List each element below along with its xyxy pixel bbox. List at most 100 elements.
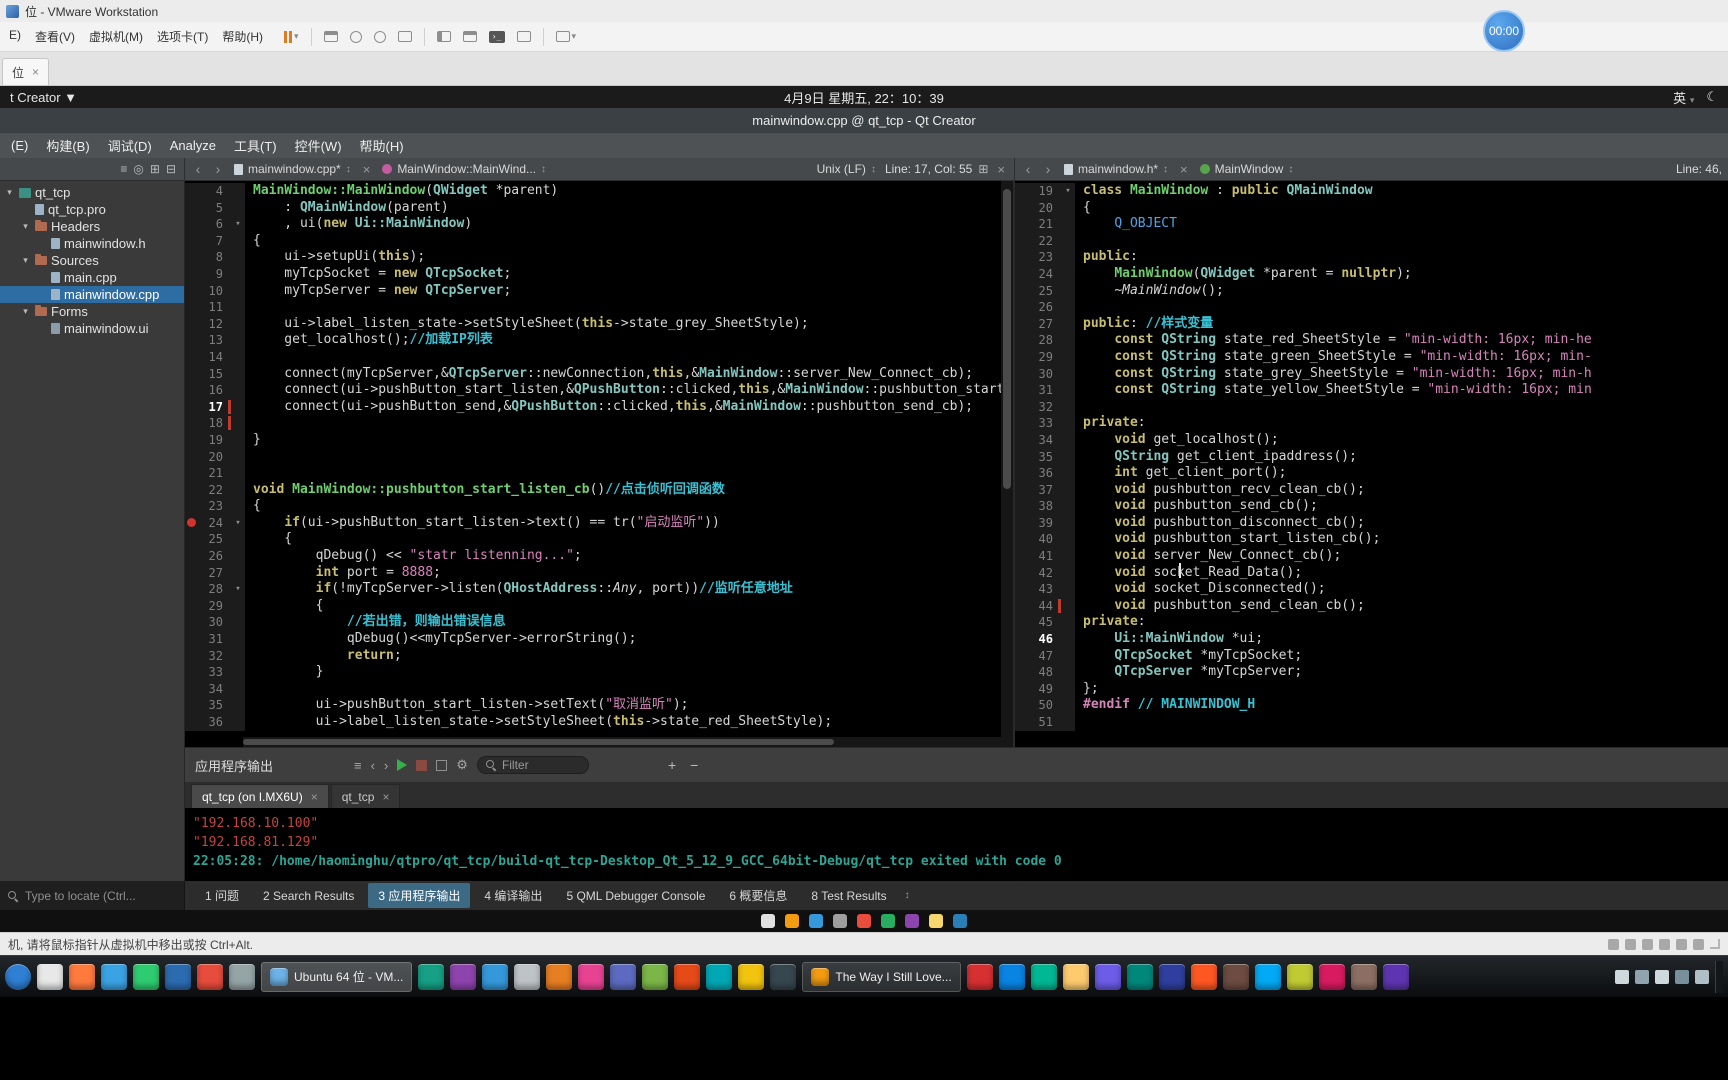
line-number[interactable]: 31 [185,631,231,648]
qtcreator-menu-item[interactable]: 控件(W) [286,133,351,158]
fold-marker[interactable] [1061,265,1075,283]
line-number[interactable]: 30 [1015,365,1061,383]
line-number[interactable]: 35 [1015,448,1061,466]
taskbar-app-icon[interactable] [1350,963,1377,990]
tray-icon[interactable] [1635,969,1649,984]
project-tree-item-mainwindow.cpp[interactable]: mainwindow.cpp [0,286,184,303]
send-ctrl-alt-del-icon[interactable] [323,31,338,42]
taskbar-app-icon[interactable] [514,963,541,990]
taskbar-app-icon[interactable] [706,963,733,990]
line-number[interactable]: 27 [1015,315,1061,333]
fold-marker[interactable] [231,431,245,449]
taskbar-app-icon[interactable] [674,963,701,990]
code-line[interactable]: 33 private: [1015,415,1728,432]
vm-device-icon[interactable] [1676,938,1687,950]
vmware-menu-item[interactable]: E) [2,25,28,48]
taskbar-app-icon[interactable] [642,963,669,990]
document-dropdown-icon[interactable]: ↕ [1163,164,1168,175]
pause-vm-button[interactable]: ▾ [284,30,299,43]
expand-arrow[interactable]: ▾ [20,255,31,266]
project-tree-item-qt_tcp.pro[interactable]: qt_tcp.pro [0,201,184,218]
fold-marker[interactable] [231,299,245,316]
taskbar-app-icon[interactable] [610,963,637,990]
qtcreator-menu-item[interactable]: 构建(B) [37,133,98,158]
line-number[interactable]: 27 [185,564,231,582]
code-line[interactable]: 7{ [185,232,1013,250]
symbol-dropdown[interactable]: MainWindow::MainWind... ↕ [379,162,549,176]
code-line[interactable]: 12 ui->label_listen_state->setStyleSheet… [185,315,1013,333]
input-language-indicator[interactable]: 英 ▾ [1673,88,1694,107]
line-number[interactable]: 12 [185,315,231,333]
code-line[interactable]: 10 myTcpServer = new QTcpServer; [185,282,1013,300]
expand-arrow[interactable]: ▾ [4,187,15,198]
code-line[interactable]: 21 [185,465,1013,482]
tray-icon[interactable] [1655,969,1669,984]
fold-marker[interactable] [231,183,245,200]
code-line[interactable]: 40 void pushbutton_start_listen_cb(); [1015,531,1728,549]
code-line[interactable]: 32 return; [185,647,1013,665]
code-line[interactable]: 47 QTcpSocket *myTcpSocket; [1015,647,1728,665]
code-line[interactable]: 22 [1015,232,1728,250]
line-number[interactable]: 26 [1015,299,1061,316]
night-mode-icon[interactable]: ☾ [1706,89,1718,105]
code-line[interactable]: 49}; [1015,680,1728,698]
fold-marker[interactable] [231,448,245,466]
fold-marker[interactable] [231,647,245,665]
fold-marker[interactable]: ▾ [231,514,245,532]
code-line[interactable]: 4 MainWindow::MainWindow(QWidget *parent) [185,183,1013,200]
taskbar-app-icon[interactable] [1158,963,1185,990]
dock-app-icon[interactable] [761,914,775,928]
taskbar-app-icon[interactable] [966,963,993,990]
code-line[interactable]: 44 void pushbutton_send_clean_cb(); [1015,597,1728,615]
expand-arrow[interactable]: ▾ [20,306,31,317]
fold-marker[interactable] [1061,232,1075,250]
code-line[interactable]: 41 void server_New_Connect_cb(); [1015,548,1728,565]
taskbar-task-button[interactable]: The Way I Still Love... [802,961,961,992]
fold-marker[interactable] [231,531,245,549]
line-number[interactable]: 24 [185,514,231,532]
vertical-scrollbar[interactable] [1001,181,1013,747]
taskbar-app-icon[interactable] [578,963,605,990]
line-number[interactable]: 26 [185,548,231,565]
taskbar-app-icon[interactable] [1318,963,1345,990]
fold-marker[interactable] [231,465,245,482]
line-number[interactable]: 37 [1015,481,1061,499]
horizontal-scrollbar[interactable] [243,737,1001,747]
line-number[interactable]: 38 [1015,498,1061,515]
fold-marker[interactable] [231,382,245,399]
line-number[interactable]: 50 [1015,697,1061,714]
locate-input[interactable]: Type to locate (Ctrl... [0,881,185,910]
open-document-dropdown[interactable]: mainwindow.cpp* ↕ [231,162,354,176]
snapshot-icon[interactable] [349,30,362,43]
taskbar-app-icon[interactable] [1190,963,1217,990]
start-button[interactable] [5,963,31,990]
code-line[interactable]: 36 int get_client_port(); [1015,465,1728,482]
vmware-menu-item[interactable]: 查看(V) [28,25,82,48]
fold-marker[interactable] [231,481,245,499]
vmware-menu-item[interactable]: 帮助(H) [215,25,270,48]
output-tab[interactable]: qt_tcp (on I.MX6U) × [191,784,329,808]
code-line[interactable]: 33 } [185,664,1013,681]
line-number[interactable]: 20 [185,448,231,466]
tray-icon[interactable] [1615,969,1629,984]
taskbar-app-icon[interactable] [1286,963,1313,990]
output-pane-button[interactable]: 6 概要信息 [719,883,797,908]
fold-marker[interactable] [231,664,245,681]
symbol-dropdown[interactable]: MainWindow ↕ [1197,162,1297,176]
fold-marker[interactable] [1061,614,1075,632]
qtcreator-menu-item[interactable]: 工具(T) [225,133,286,158]
fold-marker[interactable] [231,498,245,515]
line-number[interactable]: 44 [1015,597,1061,615]
code-line[interactable]: 42 void socket_Read_Data(); [1015,564,1728,582]
line-number[interactable]: 32 [1015,398,1061,416]
fold-marker[interactable] [1061,282,1075,300]
code-line[interactable]: 25 ~MainWindow(); [1015,282,1728,300]
fold-marker[interactable] [1061,199,1075,217]
fold-marker[interactable] [231,697,245,714]
scrollbar-thumb[interactable] [243,739,835,745]
fold-marker[interactable]: ▾ [231,216,245,233]
collapse-all-icon[interactable]: ⊟ [166,162,176,176]
fold-marker[interactable] [1061,531,1075,549]
fold-marker[interactable] [1061,448,1075,466]
code-line[interactable]: 13 get_localhost();//加载IP列表 [185,332,1013,349]
